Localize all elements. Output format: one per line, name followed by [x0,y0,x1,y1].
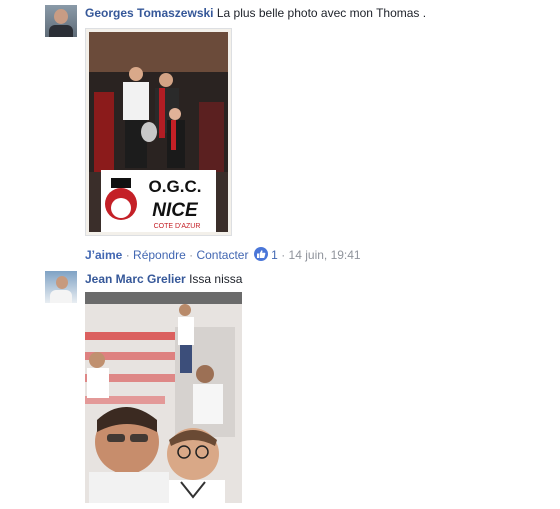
comment-author[interactable]: Jean Marc Grelier [85,272,186,286]
comment-photo[interactable]: O.G.C. NICE COTE D'AZUR [85,28,232,236]
comment-text: Issa nissa [189,272,243,286]
comment-actions: J’aime · Répondre · Contacter 1 · 14 jui… [85,247,361,263]
banner-line-2: NICE [152,200,199,221]
separator: · [189,248,194,262]
like-link[interactable]: J’aime [85,248,122,262]
separator: · [281,248,286,262]
stadium-photo-image: O.G.C. NICE COTE D'AZUR [89,32,228,232]
avatar[interactable] [45,5,77,37]
comment-2: Jean Marc Grelier Issa nissa [0,268,560,509]
banner-line-3: COTE D'AZUR [154,223,201,230]
comment-text: La plus belle photo avec mon Thomas . [216,6,427,20]
comment-1: Georges Tomaszewski La plus belle photo … [0,0,560,270]
stands-selfie-image [85,292,242,503]
contact-link[interactable]: Contacter [196,248,248,262]
comment-author[interactable]: Georges Tomaszewski [85,6,214,20]
avatar[interactable] [45,271,77,303]
comment-body: Jean Marc Grelier Issa nissa [85,271,242,287]
thumbs-up-icon[interactable] [253,247,268,261]
comment-body: Georges Tomaszewski La plus belle photo … [85,5,426,21]
banner-line-1: O.G.C. [149,177,202,196]
comment-photo[interactable] [85,292,242,503]
reply-link[interactable]: Répondre [133,248,186,262]
comment-timestamp[interactable]: 14 juin, 19:41 [289,248,361,262]
separator: · [125,248,130,262]
like-count[interactable]: 1 [271,248,278,262]
